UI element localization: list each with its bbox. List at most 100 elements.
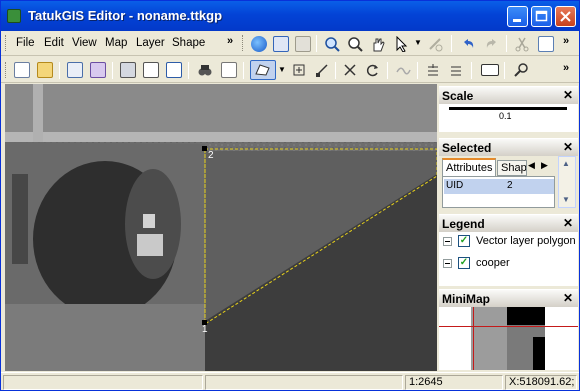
- menu-file[interactable]: File: [16, 37, 35, 49]
- pan-hand-icon[interactable]: [370, 36, 386, 52]
- print-icon[interactable]: [120, 62, 136, 78]
- close-icon: [560, 11, 571, 22]
- legend-panel-title: Legend: [442, 217, 485, 231]
- scale-panel-title: Scale: [442, 89, 474, 103]
- cut-icon: [515, 37, 529, 52]
- selected-panel-title: Selected: [442, 141, 492, 155]
- minimap-close-icon[interactable]: ✕: [563, 291, 573, 305]
- menu-grip[interactable]: [5, 35, 8, 51]
- legend-collapse-toggle[interactable]: [443, 237, 452, 246]
- status-coordinates: X:518091.62;: [505, 375, 577, 390]
- tool-bar: ▼ »: [1, 57, 579, 83]
- undo-icon[interactable]: [460, 36, 476, 52]
- polygon-edit-icon: [255, 64, 270, 76]
- legend-close-icon[interactable]: ✕: [563, 216, 573, 230]
- legend-panel-header: Legend ✕: [439, 214, 578, 232]
- minimap-panel-header: MiniMap ✕: [439, 289, 578, 307]
- edit-dropdown-chevron[interactable]: ▼: [278, 65, 286, 74]
- minimap-crosshair-h: [439, 326, 578, 327]
- scale-value: 0.1: [499, 111, 512, 121]
- toolbar-overflow-chevron[interactable]: »: [563, 35, 569, 47]
- legend-layer-name[interactable]: Vector layer polygon: [476, 235, 576, 247]
- legend-panel-body: ✓ Vector layer polygon ✓ cooper: [439, 232, 578, 286]
- zoom-window-icon[interactable]: [295, 36, 311, 52]
- draw-line-icon[interactable]: [314, 62, 330, 78]
- vertical-scrollbar[interactable]: ▲ ▼: [558, 156, 576, 208]
- add-vertex-icon[interactable]: [291, 62, 307, 78]
- delete-shape-icon[interactable]: [342, 62, 358, 78]
- toolbar-grip[interactable]: [5, 62, 8, 78]
- legend-layer-checkbox[interactable]: ✓: [458, 257, 470, 269]
- rotate-icon[interactable]: [365, 62, 381, 78]
- toolbar2-overflow-chevron[interactable]: »: [563, 62, 569, 74]
- attributes-icon[interactable]: [221, 62, 237, 78]
- minimize-icon: [513, 19, 521, 22]
- menu-layer[interactable]: Layer: [136, 37, 165, 49]
- save-icon[interactable]: [90, 62, 106, 78]
- distribute-icon[interactable]: [448, 62, 464, 78]
- minimap-view[interactable]: [439, 307, 578, 370]
- legend-layer-checkbox[interactable]: ✓: [458, 235, 470, 247]
- map-canvas[interactable]: 2 1: [5, 84, 437, 371]
- menu-edit[interactable]: Edit: [44, 37, 64, 49]
- window-icon[interactable]: [481, 64, 499, 76]
- menu-shape[interactable]: Shape: [172, 37, 205, 49]
- status-cell-empty: [205, 375, 403, 390]
- separator: [188, 62, 189, 79]
- scroll-down-icon[interactable]: ▼: [562, 195, 570, 204]
- legend-collapse-toggle[interactable]: [443, 259, 452, 268]
- menu-map[interactable]: Map: [105, 37, 127, 49]
- open-folder-icon[interactable]: [37, 62, 53, 78]
- search-icon[interactable]: [513, 62, 529, 78]
- attribute-field-value: 2: [507, 180, 513, 191]
- tab-attributes[interactable]: Attributes: [442, 158, 496, 176]
- globe-map-icon: [7, 9, 21, 23]
- add-layer-icon[interactable]: [67, 62, 83, 78]
- legend-layer-name[interactable]: cooper: [476, 257, 510, 269]
- tab-scroll-right-icon[interactable]: ▶: [541, 160, 548, 171]
- copy-icon[interactable]: [538, 36, 554, 52]
- close-button[interactable]: [555, 6, 576, 27]
- minimap-crosshair-v: [473, 307, 474, 370]
- scale-panel-header: Scale ✕: [439, 86, 578, 104]
- tab-scroll-left-icon[interactable]: ◀: [528, 160, 535, 171]
- tab-shape[interactable]: Shap: [497, 160, 527, 176]
- new-file-icon[interactable]: [14, 62, 30, 78]
- binoculars-icon[interactable]: [197, 62, 213, 78]
- separator: [506, 35, 507, 52]
- scale-close-icon[interactable]: ✕: [563, 88, 573, 102]
- separator: [451, 35, 452, 52]
- side-panels: Scale ✕ 0.1 Selected ✕ Attributes Shap ◀…: [438, 84, 579, 371]
- window-title: TatukGIS Editor - noname.ttkgp: [28, 8, 223, 23]
- full-extent-icon[interactable]: [273, 36, 289, 52]
- status-bar: 1:2645 X:518091.62;: [1, 372, 579, 390]
- selected-close-icon[interactable]: ✕: [563, 140, 573, 154]
- menu-view[interactable]: View: [72, 37, 97, 49]
- magnifier-icon[interactable]: [347, 36, 363, 52]
- menu-overflow-chevron[interactable]: »: [227, 35, 233, 47]
- scale-bar: [449, 107, 567, 110]
- align-icon[interactable]: [425, 62, 441, 78]
- zoom-icon[interactable]: [324, 36, 340, 52]
- globe-icon[interactable]: [251, 36, 267, 52]
- vertex-label-1: 1: [202, 324, 208, 335]
- separator: [471, 62, 472, 79]
- select-dropdown-chevron[interactable]: ▼: [414, 38, 422, 47]
- separator: [59, 62, 60, 79]
- minimize-button[interactable]: [507, 6, 528, 27]
- attributes-grid: UID 2: [442, 176, 555, 208]
- separator: [504, 62, 505, 79]
- edit-shape-button[interactable]: [250, 60, 276, 80]
- export-icon[interactable]: [166, 62, 182, 78]
- title-bar[interactable]: TatukGIS Editor - noname.ttkgp: [1, 1, 579, 31]
- print-preview-icon[interactable]: [143, 62, 159, 78]
- vertex-label-2: 2: [208, 150, 214, 161]
- separator: [387, 62, 388, 79]
- separator: [243, 62, 244, 79]
- toolbar-grip[interactable]: [242, 35, 245, 51]
- scroll-up-icon[interactable]: ▲: [562, 159, 570, 168]
- select-arrow-icon[interactable]: [394, 36, 410, 52]
- status-scale: 1:2645: [405, 375, 503, 390]
- disabled-tool-icon: [429, 38, 443, 52]
- maximize-button[interactable]: [531, 6, 552, 27]
